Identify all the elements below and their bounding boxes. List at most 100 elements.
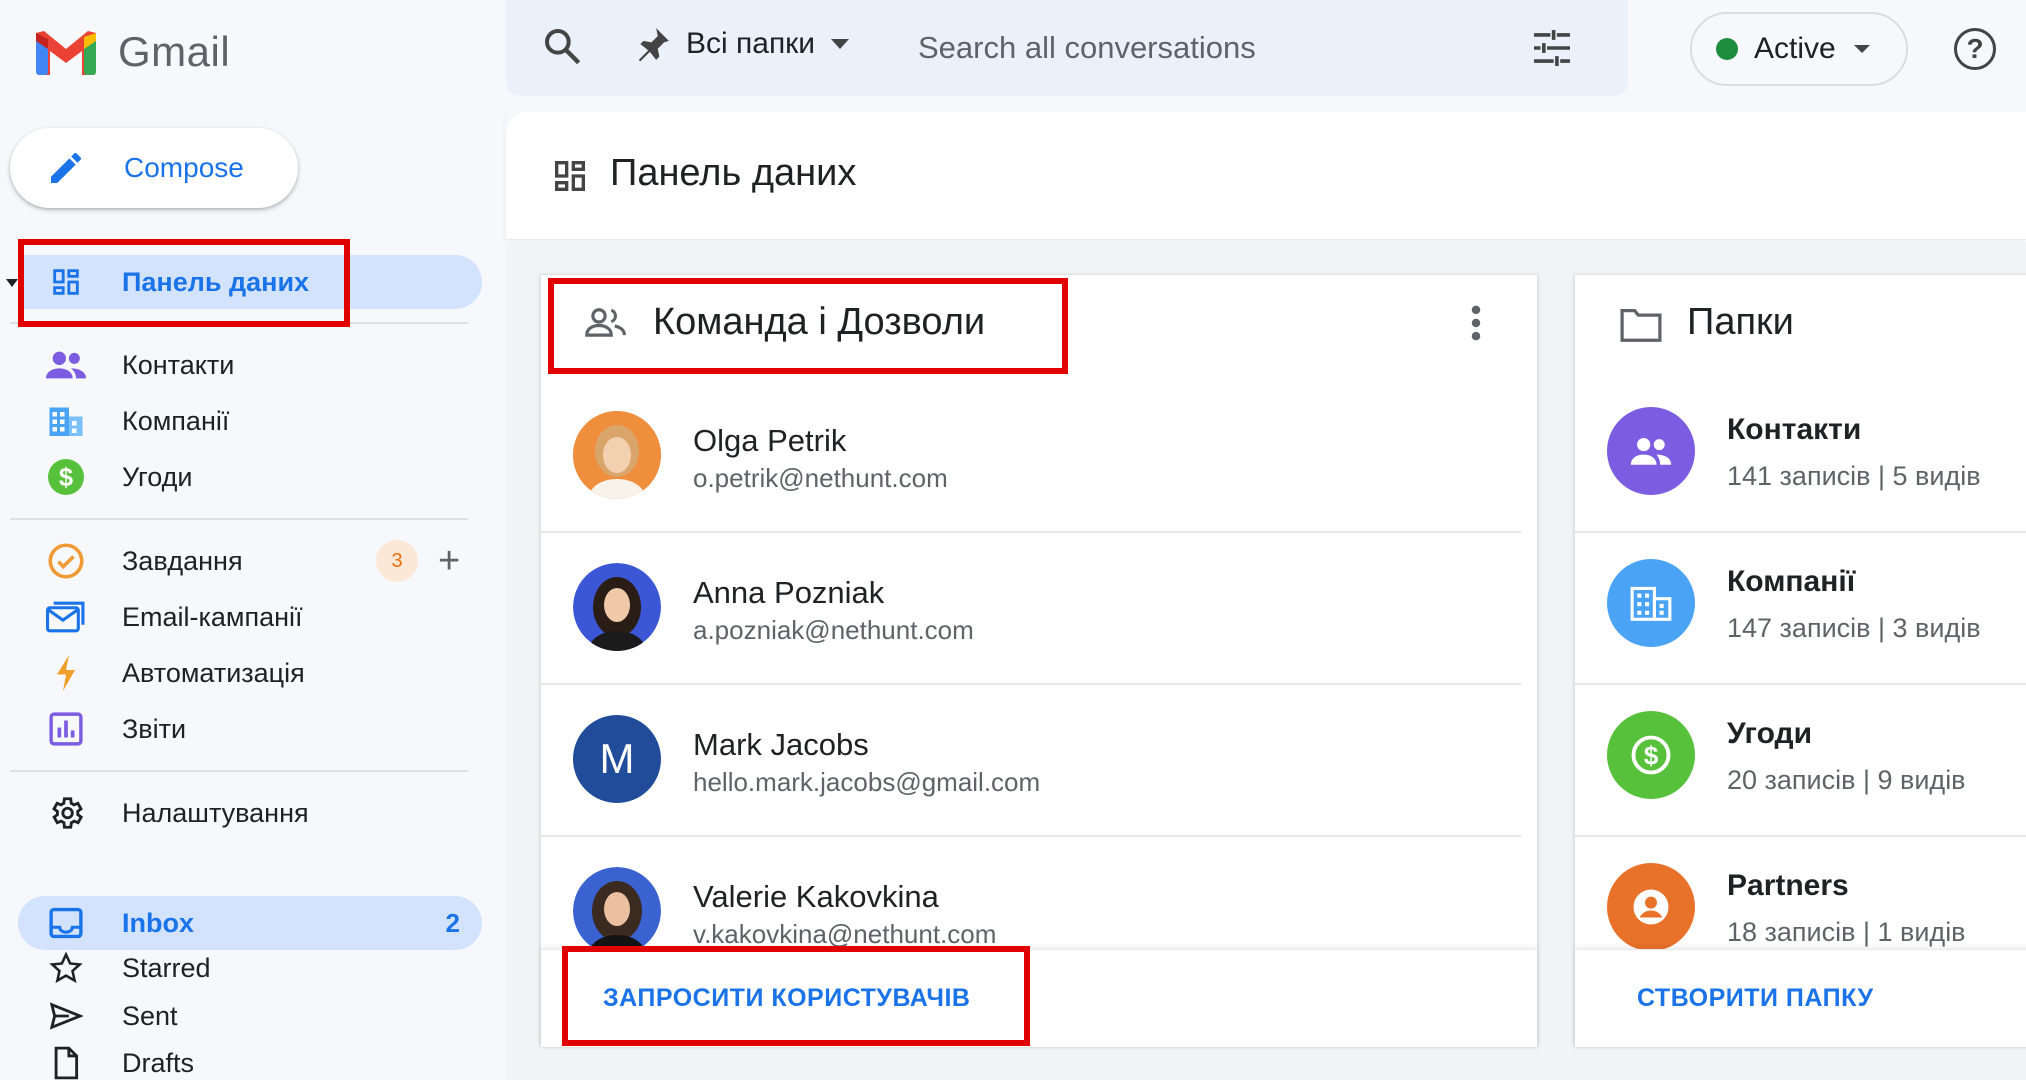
sidebar-item-email-campaigns[interactable]: Email-кампанії — [18, 590, 482, 644]
send-icon — [46, 996, 86, 1036]
folder-meta: 147 записів | 3 видів — [1727, 613, 1981, 643]
folder-name: Угоди — [1727, 717, 1813, 750]
automation-icon — [46, 653, 86, 693]
svg-text:$: $ — [59, 464, 73, 492]
sidebar-item-label: Drafts — [122, 1047, 195, 1078]
sidebar-divider — [10, 518, 468, 520]
inbox-icon — [46, 903, 86, 943]
search-options-icon[interactable] — [1532, 30, 1572, 71]
sidebar-item-companies[interactable]: Компанії — [18, 394, 482, 448]
sidebar-item-starred[interactable]: Starred — [18, 941, 482, 995]
app-name: Gmail — [118, 28, 231, 75]
member-email: hello.mark.jacobs@gmail.com — [693, 767, 1041, 797]
folder-meta: 20 записів | 9 видів — [1727, 765, 1966, 795]
folder-name: Контакти — [1727, 413, 1862, 446]
sidebar-item-deals[interactable]: $ Угоди — [18, 450, 482, 504]
sidebar-item-label: Автоматизація — [122, 657, 305, 688]
sidebar-item-label: Email-кампанії — [122, 601, 303, 632]
partner-icon — [1607, 863, 1695, 951]
folder-row-contacts[interactable]: Контакти 141 записів | 5 видів — [1575, 381, 2026, 533]
gear-icon — [46, 793, 86, 833]
avatar: M — [573, 715, 661, 803]
sidebar-item-label: Starred — [122, 952, 211, 983]
reports-icon — [46, 709, 86, 749]
deals-icon: $ — [46, 457, 86, 497]
more-options-icon[interactable] — [1471, 305, 1481, 346]
expand-caret-icon[interactable] — [6, 279, 18, 287]
page-header: Панель даних — [506, 112, 2026, 240]
sidebar-item-drafts[interactable]: Drafts — [18, 1036, 482, 1080]
gmail-m-icon — [36, 31, 96, 75]
inbox-unread-count: 2 — [445, 907, 460, 938]
folder-row-companies[interactable]: Компанії 147 записів | 3 видів — [1575, 533, 2026, 685]
invite-users-button[interactable]: ЗАПРОСИТИ КОРИСТУВАЧІВ — [603, 984, 970, 1013]
sidebar-item-label: Налаштування — [122, 797, 309, 828]
folders-card-title: Папки — [1687, 301, 1794, 343]
tasks-count-badge: 3 — [376, 540, 418, 582]
folder-meta: 18 записів | 1 видів — [1727, 917, 1966, 947]
sidebar-item-label: Sent — [122, 1000, 178, 1031]
sidebar-divider — [10, 322, 468, 324]
sidebar-item-label: Inbox — [122, 907, 194, 938]
status-dot — [1716, 38, 1738, 60]
contacts-icon — [46, 345, 86, 385]
pencil-icon — [51, 152, 82, 183]
main-panel: Панель даних Команда і Дозволи Olga Petr… — [506, 112, 2026, 1080]
svg-text:$: $ — [1644, 741, 1659, 771]
member-name: Anna Pozniak — [693, 575, 885, 610]
help-icon[interactable]: ? — [1954, 28, 1996, 70]
sidebar-item-automation[interactable]: Автоматизація — [18, 646, 482, 700]
member-name: Mark Jacobs — [693, 727, 869, 762]
sidebar-item-settings[interactable]: Налаштування — [18, 786, 482, 840]
member-email: o.petrik@nethunt.com — [693, 463, 948, 493]
sidebar-item-label: Контакти — [122, 349, 235, 380]
sidebar-item-sent[interactable]: Sent — [18, 989, 482, 1043]
sidebar-item-label: Компанії — [122, 405, 230, 436]
compose-label: Compose — [124, 152, 244, 183]
email-campaigns-icon — [46, 597, 86, 637]
team-card-footer: ЗАПРОСИТИ КОРИСТУВАЧІВ — [541, 949, 1537, 1047]
add-task-icon[interactable]: + — [438, 542, 460, 580]
people-icon — [585, 307, 627, 342]
page-title: Панель даних — [610, 152, 857, 194]
folder-scope-select[interactable]: Всі папки — [634, 24, 851, 64]
status-label: Active — [1754, 32, 1836, 65]
avatar-initial: M — [599, 735, 635, 782]
team-card-title: Команда і Дозволи — [653, 301, 986, 343]
sidebar-item-dashboard[interactable]: Панель даних — [18, 255, 482, 309]
dashboard-icon — [46, 262, 86, 302]
search-icon[interactable] — [542, 26, 582, 71]
sidebar-item-label: Звіти — [122, 713, 187, 744]
folder-icon — [1619, 307, 1663, 348]
team-member-row[interactable]: Anna Pozniak a.pozniak@nethunt.com — [541, 533, 1521, 685]
member-name: Valerie Kakovkina — [693, 879, 939, 914]
draft-icon — [46, 1043, 86, 1080]
search-bar[interactable]: Всі папки Search all conversations — [506, 0, 1628, 96]
create-folder-button[interactable]: СТВОРИТИ ПАПКУ — [1637, 984, 1874, 1013]
sidebar-item-contacts[interactable]: Контакти — [18, 338, 482, 392]
folder-row-deals[interactable]: $ Угоди 20 записів | 9 видів — [1575, 685, 2026, 837]
member-email: v.kakovkina@nethunt.com — [693, 919, 997, 949]
status-selector[interactable]: Active — [1690, 12, 1908, 86]
folder-meta: 141 записів | 5 видів — [1727, 461, 1981, 491]
tasks-icon — [46, 541, 86, 581]
team-member-row[interactable]: Olga Petrik o.petrik@nethunt.com — [541, 381, 1521, 533]
companies-icon — [1607, 559, 1695, 647]
sidebar-item-label: Панель даних — [122, 266, 310, 297]
dashboard-icon — [550, 156, 590, 201]
compose-button[interactable]: Compose — [10, 128, 298, 208]
avatar — [573, 867, 661, 955]
companies-icon — [46, 401, 86, 441]
sidebar-item-label: Угоди — [122, 461, 193, 492]
team-member-row[interactable]: M Mark Jacobs hello.mark.jacobs@gmail.co… — [541, 685, 1521, 837]
sidebar-item-label: Завдання — [122, 545, 243, 576]
sidebar-item-reports[interactable]: Звіти — [18, 702, 482, 756]
pin-icon — [638, 28, 669, 62]
folder-name: Partners — [1727, 869, 1849, 902]
gmail-logo[interactable]: Gmail — [36, 28, 230, 76]
contacts-icon — [1607, 407, 1695, 495]
deals-icon: $ — [1607, 711, 1695, 799]
sidebar-item-tasks[interactable]: Завдання — [18, 534, 358, 588]
star-icon — [46, 948, 86, 988]
search-input[interactable]: Search all conversations — [918, 30, 1256, 66]
